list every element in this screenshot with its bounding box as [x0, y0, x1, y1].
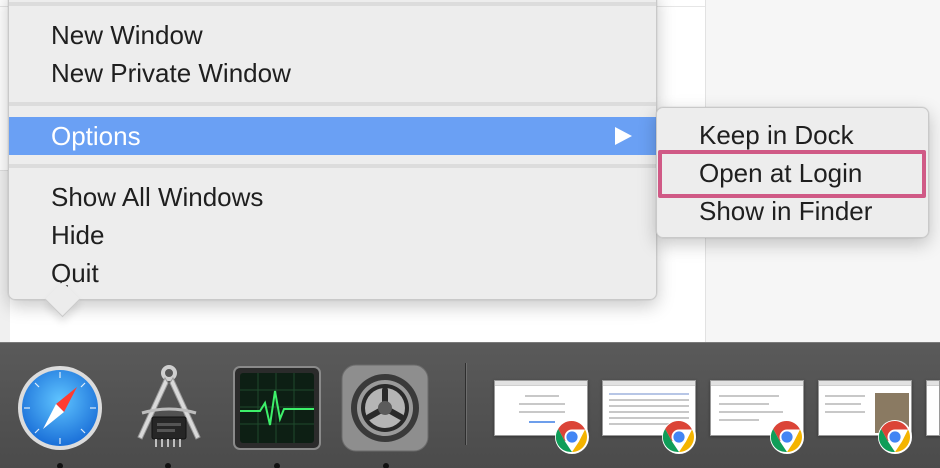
chrome-icon — [770, 420, 804, 454]
menu-item-options[interactable]: Options — [9, 117, 656, 155]
menu-item-options-label: Options — [51, 121, 141, 151]
dock-context-menu: New Window New Private Window Options Sh… — [8, 0, 657, 300]
menu-item-new-window[interactable]: New Window — [9, 16, 656, 54]
menu-item-show-all-windows[interactable]: Show All Windows — [9, 178, 656, 216]
chrome-icon — [662, 420, 696, 454]
submenu-arrow-icon — [615, 127, 632, 145]
running-indicator — [274, 463, 280, 468]
options-submenu: Keep in Dock Open at Login Show in Finde… — [656, 107, 929, 238]
activity-monitor-icon[interactable] — [232, 363, 322, 453]
menu-separator — [9, 102, 656, 106]
menu-item-keep-in-dock[interactable]: Keep in Dock — [657, 116, 928, 154]
menu-separator — [9, 164, 656, 168]
system-information-icon[interactable] — [124, 363, 214, 453]
running-indicator — [57, 463, 63, 468]
minimized-window-thumbnail[interactable] — [926, 380, 940, 436]
menu-item-open-at-login[interactable]: Open at Login — [657, 154, 928, 192]
chrome-icon — [878, 420, 912, 454]
dock — [0, 342, 940, 468]
running-indicator — [165, 463, 171, 468]
menu-item-show-in-finder[interactable]: Show in Finder — [657, 192, 928, 230]
dock-divider — [465, 363, 467, 445]
safari-icon[interactable] — [15, 363, 105, 453]
chrome-icon — [555, 420, 589, 454]
menu-separator — [9, 2, 656, 6]
system-preferences-icon[interactable] — [340, 363, 430, 453]
running-indicator — [383, 463, 389, 468]
menu-item-quit[interactable]: Quit — [9, 254, 656, 292]
menu-item-hide[interactable]: Hide — [9, 216, 656, 254]
menu-item-new-private-window[interactable]: New Private Window — [9, 54, 656, 92]
